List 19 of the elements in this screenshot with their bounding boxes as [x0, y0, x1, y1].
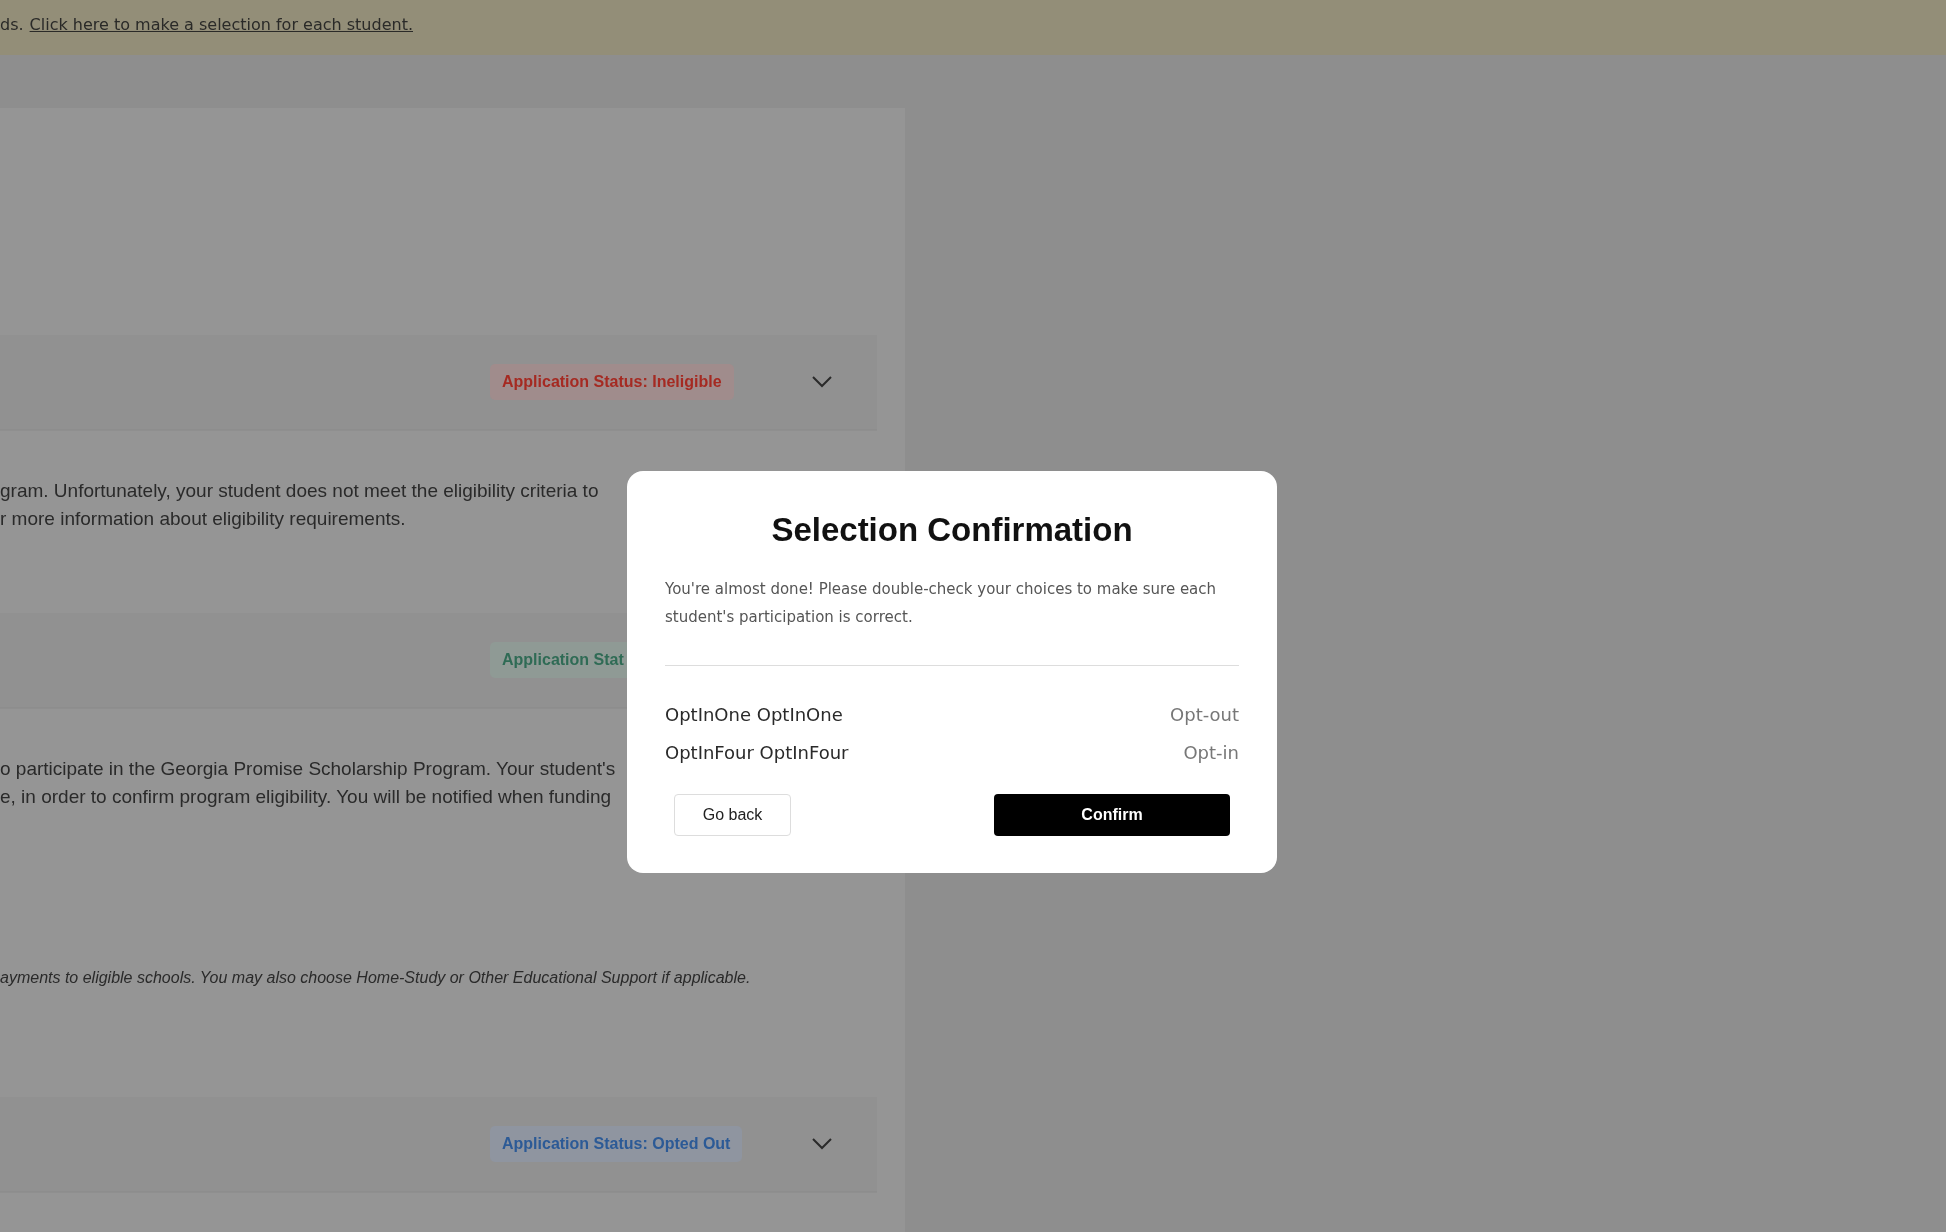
- note-text: ayments to eligible schools. You may also choose Home-Study or Other Educational Support if applicable.: [0, 969, 751, 987]
- banner-text: ds.: [0, 15, 24, 34]
- body-text: e, in order to confirm program eligibility. You will be notified when funding: [0, 785, 612, 809]
- chevron-down-icon[interactable]: [812, 376, 832, 388]
- body-text: r more information about eligibility requirements.: [0, 507, 406, 531]
- dialog-title: Selection Confirmation: [770, 511, 1134, 549]
- body-text: gram. Unfortunately, your student does not meet the eligibility criteria to: [0, 479, 599, 503]
- confirm-button[interactable]: Confirm: [994, 794, 1230, 836]
- chevron-down-icon[interactable]: [812, 1138, 832, 1150]
- status-badge: Application Status: Opted Out: [490, 1126, 743, 1162]
- selection-value: Opt-in: [1183, 741, 1239, 765]
- student-name: OptInFour OptInFour: [665, 741, 849, 765]
- section-header[interactable]: Application Status: Ineligible: [0, 335, 877, 430]
- go-back-button[interactable]: Go back: [674, 794, 791, 836]
- status-badge: Application Status: Ineligible: [490, 364, 734, 400]
- section-header[interactable]: Application Status: Opted Out: [0, 1097, 877, 1192]
- body-text: o participate in the Georgia Promise Scholarship Program. Your student's: [0, 757, 616, 781]
- selection-value: Opt-out: [1170, 703, 1239, 727]
- selection-link[interactable]: Click here to make a selection for each student.: [29, 15, 413, 34]
